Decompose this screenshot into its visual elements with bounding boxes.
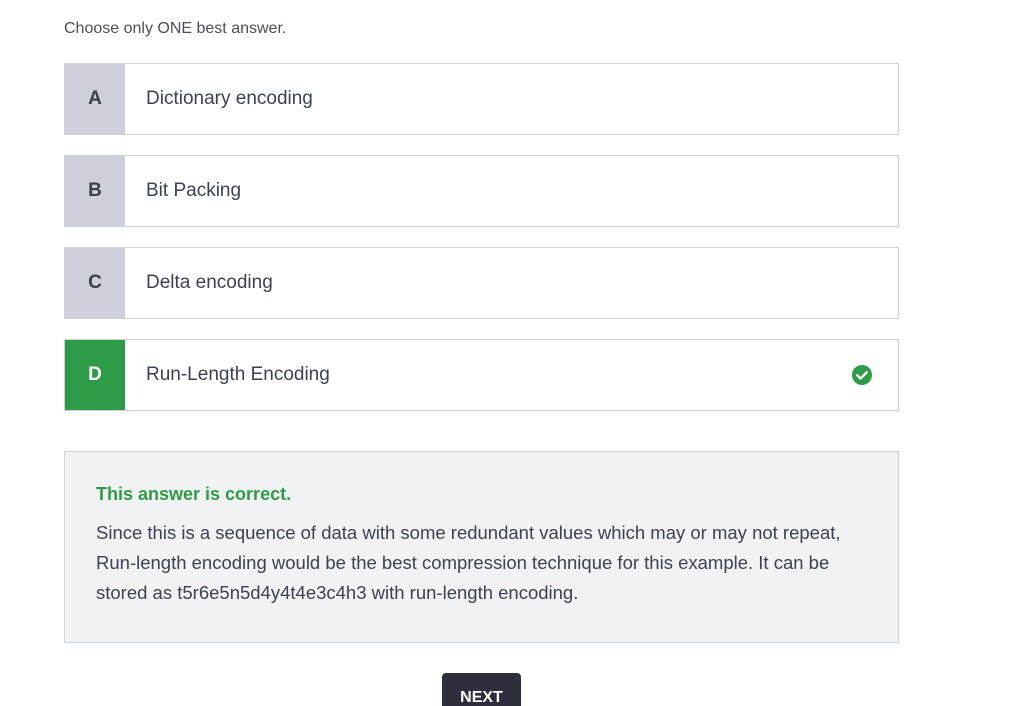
option-b[interactable]: B Bit Packing: [64, 155, 899, 227]
option-a[interactable]: A Dictionary encoding: [64, 63, 899, 135]
option-label: Dictionary encoding: [146, 88, 313, 109]
instruction-text: Choose only ONE best answer.: [64, 20, 287, 37]
option-letter: D: [65, 340, 125, 410]
option-c[interactable]: C Delta encoding: [64, 247, 899, 319]
option-label: Bit Packing: [146, 180, 242, 201]
check-circle-icon: [840, 340, 884, 410]
next-button[interactable]: NEXT: [442, 673, 521, 706]
feedback-title: This answer is correct.: [96, 484, 292, 504]
option-label: Run-Length Encoding: [146, 364, 330, 385]
quiz-page: Choose only ONE best answer. A Dictionar…: [0, 0, 1026, 706]
option-letter: C: [65, 248, 125, 318]
option-letter: B: [65, 156, 125, 226]
feedback-panel: This answer is correct. Since this is a …: [64, 451, 899, 643]
option-d[interactable]: D Run-Length Encoding: [64, 339, 899, 411]
option-label: Delta encoding: [146, 272, 273, 293]
feedback-explanation: Since this is a sequence of data with so…: [96, 522, 841, 603]
answer-options: A Dictionary encoding B Bit Packing C De…: [64, 63, 899, 431]
option-letter: A: [65, 64, 125, 134]
